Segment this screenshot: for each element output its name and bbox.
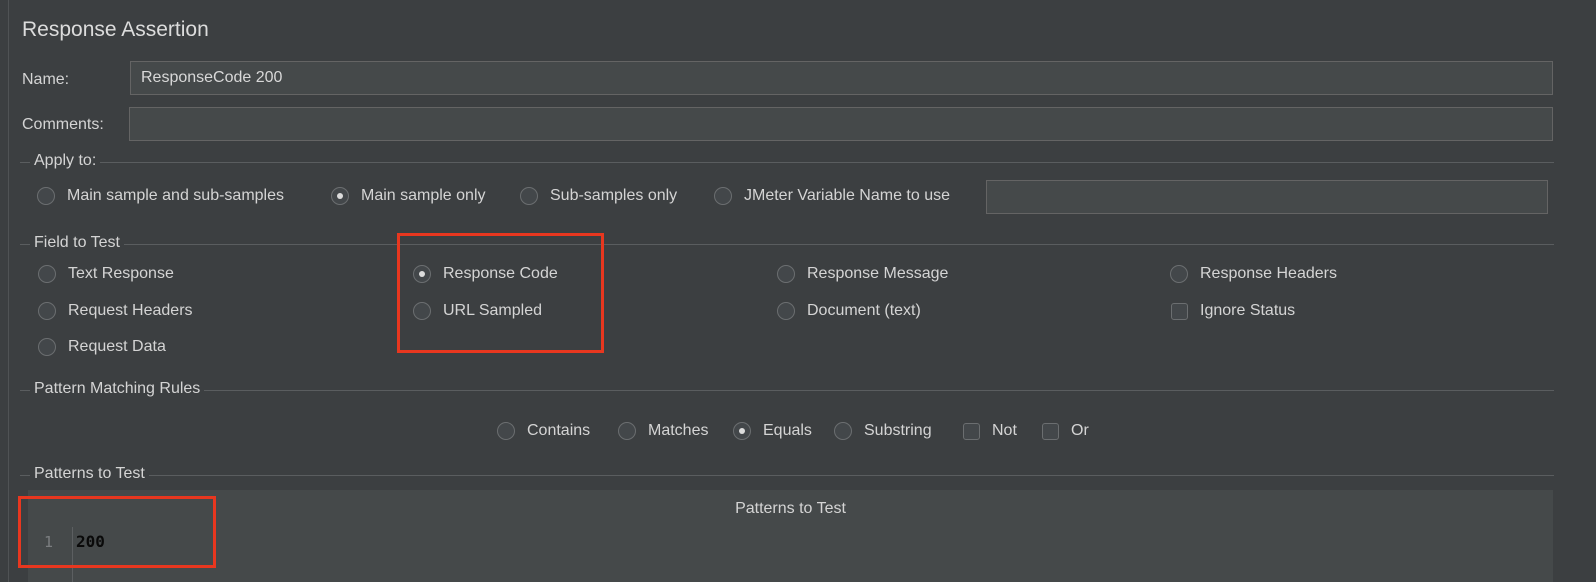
patterns-title: Patterns to Test <box>30 465 149 483</box>
rule-equals-option[interactable]: Equals <box>733 422 812 440</box>
apply-to-separator <box>20 162 1554 163</box>
patterns-editor[interactable]: 1 200 <box>28 527 1553 582</box>
checkbox-icon <box>963 422 980 440</box>
field-request-data-option[interactable]: Request Data <box>38 338 166 356</box>
name-label: Name: <box>22 71 70 88</box>
radio-icon <box>497 422 515 440</box>
radio-selected-icon <box>331 187 349 205</box>
radio-icon <box>777 265 795 283</box>
radio-icon <box>618 422 636 440</box>
radio-selected-icon <box>733 422 751 440</box>
radio-icon <box>520 187 538 205</box>
field-request-headers-option[interactable]: Request Headers <box>38 302 193 320</box>
ignore-status-checkbox[interactable]: Ignore Status <box>1171 302 1295 320</box>
radio-icon <box>777 302 795 320</box>
radio-icon <box>37 187 55 205</box>
apply-to-title: Apply to: <box>30 152 101 170</box>
apply-sub-only-option[interactable]: Sub-samples only <box>520 187 677 205</box>
radio-icon <box>38 302 56 320</box>
rule-contains-option[interactable]: Contains <box>497 422 590 440</box>
patterns-separator <box>20 475 1554 476</box>
checkbox-icon <box>1042 422 1059 440</box>
comments-label: Comments: <box>22 116 104 133</box>
apply-jmeter-variable-option[interactable]: JMeter Variable Name to use <box>714 187 950 205</box>
patterns-column-header[interactable]: Patterns to Test <box>28 490 1553 528</box>
highlight-box <box>397 233 604 353</box>
radio-icon <box>1170 265 1188 283</box>
field-response-headers-option[interactable]: Response Headers <box>1170 265 1337 283</box>
rule-matches-option[interactable]: Matches <box>618 422 708 440</box>
radio-icon <box>834 422 852 440</box>
field-text-response-option[interactable]: Text Response <box>38 265 174 283</box>
field-response-message-option[interactable]: Response Message <box>777 265 948 283</box>
field-to-test-separator <box>20 244 1554 245</box>
field-to-test-title: Field to Test <box>30 234 124 252</box>
panel-title: Response Assertion <box>22 18 209 41</box>
radio-icon <box>38 265 56 283</box>
rule-substring-option[interactable]: Substring <box>834 422 932 440</box>
radio-icon <box>714 187 732 205</box>
radio-icon <box>38 338 56 356</box>
field-document-text-option[interactable]: Document (text) <box>777 302 921 320</box>
jmeter-variable-input[interactable] <box>986 180 1548 214</box>
rule-or-checkbox[interactable]: Or <box>1042 422 1089 440</box>
apply-main-and-sub-option[interactable]: Main sample and sub-samples <box>37 187 284 205</box>
name-field[interactable]: ResponseCode 200 <box>130 61 1553 95</box>
rule-not-checkbox[interactable]: Not <box>963 422 1017 440</box>
pattern-rules-title: Pattern Matching Rules <box>30 380 205 398</box>
pattern-rules-separator <box>20 390 1554 391</box>
highlight-box <box>18 496 216 568</box>
apply-main-only-option[interactable]: Main sample only <box>331 187 486 205</box>
checkbox-icon <box>1171 302 1188 320</box>
comments-field[interactable] <box>129 107 1553 141</box>
left-border <box>8 0 9 582</box>
